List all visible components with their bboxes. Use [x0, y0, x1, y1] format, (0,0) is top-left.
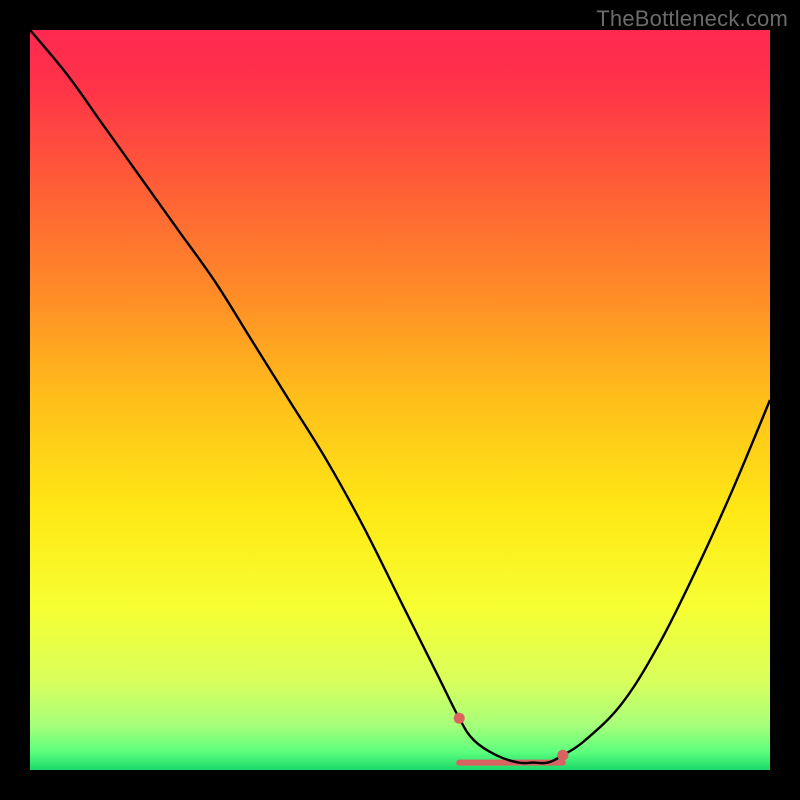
gradient-background: [30, 30, 770, 770]
watermark-text: TheBottleneck.com: [596, 6, 788, 32]
plot-area: [30, 30, 770, 770]
optimal-range-marker: [557, 750, 568, 761]
chart-frame: TheBottleneck.com: [0, 0, 800, 800]
bottleneck-curve-chart: [30, 30, 770, 770]
optimal-range-marker: [454, 713, 465, 724]
